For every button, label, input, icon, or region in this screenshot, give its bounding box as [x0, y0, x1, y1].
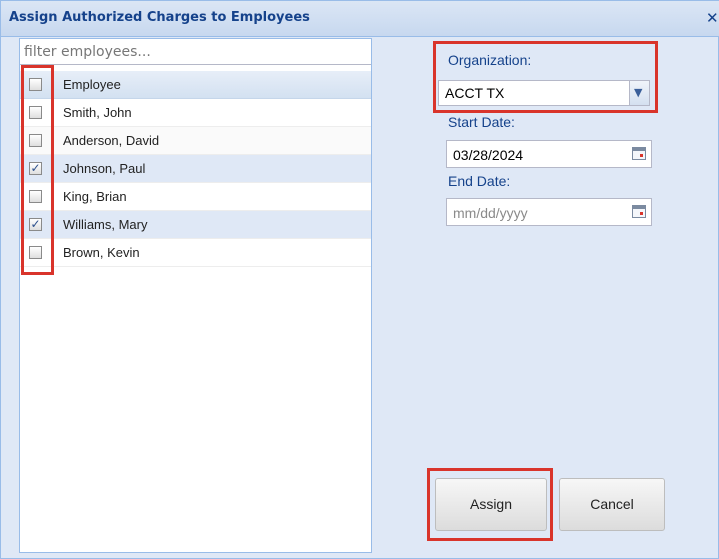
dialog-title: Assign Authorized Charges to Employees: [9, 10, 310, 25]
calendar-icon[interactable]: [632, 205, 646, 218]
end-date-placeholder: mm/dd/yyyy: [453, 205, 528, 221]
close-icon[interactable]: ✕: [706, 10, 719, 26]
dialog-window: Assign Authorized Charges to Employees ✕…: [0, 0, 719, 559]
employee-name: Smith, John: [63, 105, 132, 120]
employee-name: Anderson, David: [63, 133, 160, 148]
employee-name: Johnson, Paul: [63, 161, 146, 176]
table-row[interactable]: Anderson, David: [20, 127, 371, 155]
organization-value: ACCT TX: [445, 85, 505, 101]
filter-employees-input[interactable]: [20, 39, 371, 65]
end-date-label: End Date:: [448, 173, 511, 189]
organization-select[interactable]: ACCT TX ▼: [438, 80, 650, 106]
table-row[interactable]: ✓ Johnson, Paul: [20, 155, 371, 183]
employee-column-header[interactable]: Employee: [63, 77, 121, 92]
employee-panel: Employee Smith, John Anderson, David ✓ J…: [19, 38, 372, 553]
table-row[interactable]: King, Brian: [20, 183, 371, 211]
chevron-down-icon: ▼: [634, 86, 643, 99]
table-row[interactable]: Brown, Kevin: [20, 239, 371, 267]
title-bar[interactable]: Assign Authorized Charges to Employees ✕: [1, 1, 719, 37]
assign-button-highlight: [427, 468, 553, 541]
organization-dropdown-button[interactable]: ▼: [629, 81, 649, 105]
employee-name: King, Brian: [63, 189, 127, 204]
grid-header: Employee: [20, 71, 371, 99]
start-date-field[interactable]: 03/28/2024: [446, 140, 652, 168]
table-row[interactable]: ✓ Williams, Mary: [20, 211, 371, 239]
cancel-button[interactable]: Cancel: [559, 478, 665, 531]
calendar-icon[interactable]: [632, 147, 646, 160]
start-date-label: Start Date:: [448, 114, 515, 130]
end-date-field[interactable]: mm/dd/yyyy: [446, 198, 652, 226]
organization-label: Organization:: [448, 52, 532, 68]
checkbox-column-highlight: [21, 65, 54, 275]
employee-name: Brown, Kevin: [63, 245, 140, 260]
start-date-value: 03/28/2024: [453, 147, 524, 163]
table-row[interactable]: Smith, John: [20, 99, 371, 127]
employee-name: Williams, Mary: [63, 217, 148, 232]
